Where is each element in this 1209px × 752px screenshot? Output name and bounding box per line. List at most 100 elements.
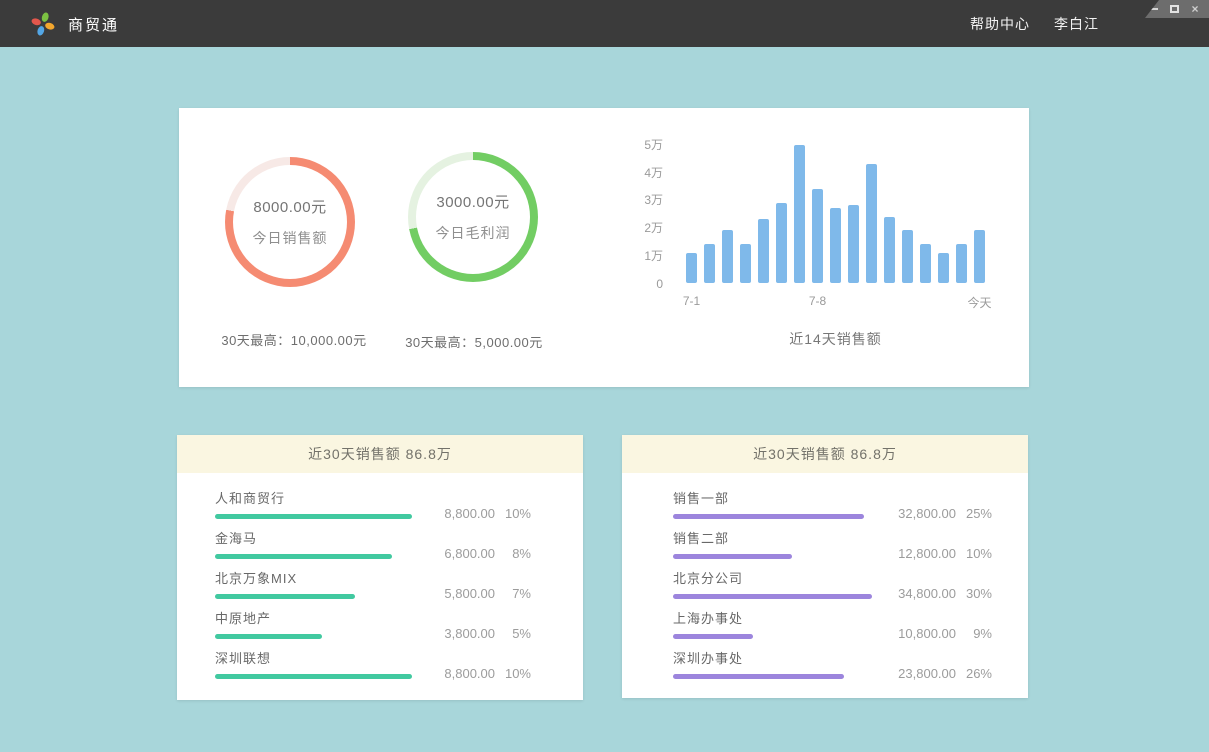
x-tick-label: 7-8 bbox=[809, 294, 826, 308]
rank-item-value: 5,800.00 bbox=[415, 586, 495, 601]
rank-item-value: 32,800.00 bbox=[876, 506, 956, 521]
overview-card: 8000.00元 今日销售额 30天最高：10,000.00元 3000.00元… bbox=[179, 108, 1029, 387]
app-title: 商贸通 bbox=[68, 14, 119, 35]
bar bbox=[794, 145, 805, 284]
today-profit-donut: 3000.00元 今日毛利润 bbox=[408, 152, 538, 282]
y-tick-label: 2万 bbox=[644, 221, 663, 235]
bar-chart-bars bbox=[686, 143, 985, 283]
customer-rank-title: 近30天销售额 86.8万 bbox=[177, 435, 583, 473]
rank-item-value: 3,800.00 bbox=[415, 626, 495, 641]
y-tick-label: 0 bbox=[656, 277, 663, 291]
bar bbox=[866, 164, 877, 283]
bar bbox=[956, 244, 967, 283]
bar bbox=[722, 230, 733, 283]
rank-row: 深圳办事处23,800.0026% bbox=[673, 648, 992, 688]
today-profit-label: 今日毛利润 bbox=[436, 223, 511, 243]
rank-item-bar bbox=[673, 594, 872, 599]
rank-item-value: 23,800.00 bbox=[876, 666, 956, 681]
rank-row: 人和商贸行8,800.0010% bbox=[215, 488, 531, 528]
bar bbox=[776, 203, 787, 283]
customer-rank-list: 人和商贸行8,800.0010%金海马6,800.008%北京万象MIX5,80… bbox=[177, 473, 583, 688]
today-profit-value: 3000.00元 bbox=[436, 191, 509, 212]
rank-item-name: 北京万象MIX bbox=[215, 568, 531, 587]
rank-item-name: 深圳联想 bbox=[215, 648, 531, 667]
bar bbox=[974, 230, 985, 283]
today-sales-label: 今日销售额 bbox=[253, 228, 328, 248]
rank-row: 中原地产3,800.005% bbox=[215, 608, 531, 648]
today-sales-donut: 8000.00元 今日销售额 bbox=[225, 157, 355, 287]
help-center-link[interactable]: 帮助中心 bbox=[970, 14, 1030, 34]
rank-row: 深圳联想8,800.0010% bbox=[215, 648, 531, 688]
rank-item-bar bbox=[673, 554, 792, 559]
y-tick-label: 3万 bbox=[644, 193, 663, 207]
bar bbox=[812, 189, 823, 283]
rank-item-pct: 10% bbox=[495, 666, 531, 681]
rank-item-value: 10,800.00 bbox=[876, 626, 956, 641]
department-rank-card: 近30天销售额 86.8万 销售一部32,800.0025% 销售二部12,800… bbox=[622, 435, 1028, 698]
rank-item-bar bbox=[215, 554, 392, 559]
bar bbox=[758, 219, 769, 283]
rank-item-pct: 8% bbox=[495, 546, 531, 561]
rank-item-name: 金海马 bbox=[215, 528, 531, 547]
rank-item-pct: 5% bbox=[495, 626, 531, 641]
today-sales-value: 8000.00元 bbox=[253, 196, 326, 217]
bar bbox=[938, 253, 949, 284]
department-rank-title: 近30天销售额 86.8万 bbox=[622, 435, 1028, 473]
rank-row: 销售二部12,800.0010% bbox=[673, 528, 992, 568]
rank-item-pct: 7% bbox=[495, 586, 531, 601]
rank-item-pct: 25% bbox=[956, 506, 992, 521]
rank-item-value: 6,800.00 bbox=[415, 546, 495, 561]
x-tick-label: 今天 bbox=[967, 294, 991, 311]
window-controls: × bbox=[1145, 0, 1209, 18]
rank-item-bar bbox=[215, 674, 412, 679]
rank-item-name: 上海办事处 bbox=[673, 608, 992, 627]
rank-row: 北京万象MIX5,800.007% bbox=[215, 568, 531, 608]
y-tick-label: 1万 bbox=[644, 249, 663, 263]
bar bbox=[902, 230, 913, 283]
user-menu[interactable]: 李白江 bbox=[1054, 14, 1099, 34]
bar bbox=[704, 244, 715, 283]
x-tick-label: 7-1 bbox=[683, 294, 700, 308]
today-profit-30day-max: 30天最高：5,000.00元 bbox=[359, 332, 589, 351]
rank-row: 北京分公司34,800.0030% bbox=[673, 568, 992, 608]
rank-item-name: 销售二部 bbox=[673, 528, 992, 547]
app-logo-pinwheel-icon bbox=[30, 11, 56, 37]
rank-item-bar bbox=[215, 594, 355, 599]
rank-item-value: 34,800.00 bbox=[876, 586, 956, 601]
rank-item-bar bbox=[673, 634, 753, 639]
rank-item-name: 中原地产 bbox=[215, 608, 531, 627]
rank-item-name: 销售一部 bbox=[673, 488, 992, 507]
y-tick-label: 5万 bbox=[644, 138, 663, 152]
rank-item-bar bbox=[673, 514, 864, 519]
bar-chart-x-axis: 7-17-8今天 bbox=[686, 294, 985, 308]
rank-row: 金海马6,800.008% bbox=[215, 528, 531, 568]
rank-item-value: 12,800.00 bbox=[876, 546, 956, 561]
bar bbox=[884, 217, 895, 284]
bar bbox=[686, 253, 697, 284]
rank-item-pct: 9% bbox=[956, 626, 992, 641]
rank-item-pct: 10% bbox=[956, 546, 992, 561]
rank-item-name: 人和商贸行 bbox=[215, 488, 531, 507]
rank-item-pct: 10% bbox=[495, 506, 531, 521]
department-rank-list: 销售一部32,800.0025%销售二部12,800.0010%北京分公司34,… bbox=[622, 473, 1028, 688]
bar-chart-title: 近14天销售额 bbox=[686, 329, 985, 349]
rank-row: 上海办事处10,800.009% bbox=[673, 608, 992, 648]
bar bbox=[830, 208, 841, 283]
minimize-icon[interactable] bbox=[1147, 3, 1159, 15]
rank-item-pct: 30% bbox=[956, 586, 992, 601]
rank-item-name: 深圳办事处 bbox=[673, 648, 992, 667]
bar-chart-y-axis: 5万 4万 3万 2万 1万 0 bbox=[609, 108, 663, 308]
rank-item-bar bbox=[215, 514, 412, 519]
rank-item-bar bbox=[215, 634, 322, 639]
y-tick-label: 4万 bbox=[644, 166, 663, 180]
rank-item-value: 8,800.00 bbox=[415, 506, 495, 521]
customer-rank-card: 近30天销售额 86.8万 人和商贸行8,800.0010%金海马6,800.0… bbox=[177, 435, 583, 700]
close-icon[interactable]: × bbox=[1189, 3, 1201, 15]
rank-item-pct: 26% bbox=[956, 666, 992, 681]
bar bbox=[920, 244, 931, 283]
rank-item-value: 8,800.00 bbox=[415, 666, 495, 681]
maximize-icon[interactable] bbox=[1168, 3, 1180, 15]
title-bar: 商贸通 帮助中心 李白江 × bbox=[0, 0, 1209, 47]
bar bbox=[740, 244, 751, 283]
bar bbox=[848, 205, 859, 283]
